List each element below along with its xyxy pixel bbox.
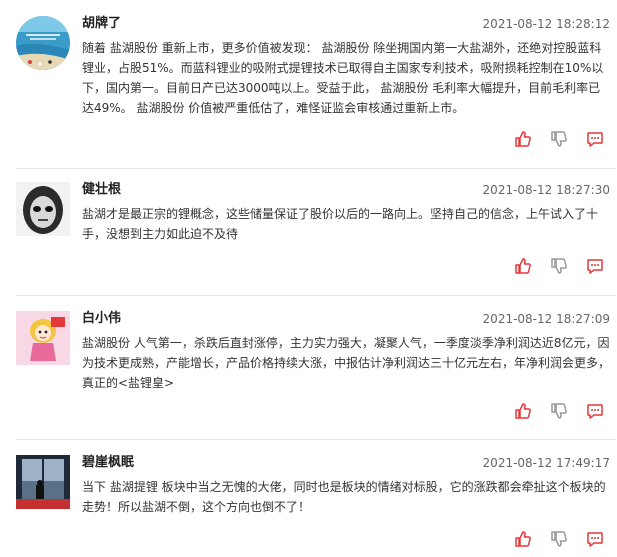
thumbs-down-icon[interactable]: [549, 256, 569, 276]
comment-icon[interactable]: [585, 256, 605, 276]
username[interactable]: 胡牌了: [82, 16, 121, 32]
comment-post: 碧崖枫眠 2021-08-12 17:49:17 当下 盐湖提锂 板块中当之无愧…: [0, 455, 617, 557]
comment-icon[interactable]: [585, 401, 605, 421]
timestamp: 2021-08-12 17:49:17: [482, 456, 610, 470]
timestamp: 2021-08-12 18:27:09: [482, 312, 610, 326]
avatar[interactable]: [16, 182, 70, 236]
post-actions: [513, 529, 613, 549]
thumbs-down-icon[interactable]: [549, 401, 569, 421]
comment-icon[interactable]: [585, 529, 605, 549]
post-actions: [513, 401, 613, 421]
thumbs-down-icon[interactable]: [549, 529, 569, 549]
comment-text: 盐湖才是最正宗的锂概念，这些储量保证了股价以后的一路向上。坚持自己的信念，上午试…: [82, 207, 599, 241]
username[interactable]: 健壮根: [82, 182, 121, 198]
thumbs-down-icon[interactable]: [549, 129, 569, 149]
avatar[interactable]: [16, 455, 70, 509]
post-actions: [513, 129, 613, 149]
comment-text: 当下 盐湖提锂 板块中当之无愧的大佬，同时也是板块的情绪对标股，它的涨跌都会牵扯…: [82, 480, 606, 514]
divider: [16, 295, 616, 296]
timestamp: 2021-08-12 18:27:30: [482, 183, 610, 197]
thumbs-up-icon[interactable]: [513, 401, 533, 421]
thumbs-up-icon[interactable]: [513, 529, 533, 549]
post-actions: [513, 256, 613, 276]
comment-post: 胡牌了 2021-08-12 18:28:12 随着 盐湖股份 重新上市，更多价…: [0, 16, 617, 166]
comment-icon[interactable]: [585, 129, 605, 149]
thumbs-up-icon[interactable]: [513, 129, 533, 149]
username[interactable]: 白小伟: [82, 311, 121, 327]
comment-text: 盐湖股份 人气第一，杀跌后直封涨停，主力实力强大，凝聚人气，一季度淡季净利润达近…: [82, 336, 611, 390]
comment-post: 白小伟 2021-08-12 18:27:09 盐湖股份 人气第一，杀跌后直封涨…: [0, 311, 617, 431]
comment-text: 随着 盐湖股份 重新上市，更多价值被发现： 盐湖股份 除坐拥国内第一大盐湖外，还…: [82, 41, 604, 115]
divider: [16, 439, 616, 440]
username[interactable]: 碧崖枫眠: [82, 455, 134, 471]
thumbs-up-icon[interactable]: [513, 256, 533, 276]
divider: [16, 168, 616, 169]
comment-post: 健壮根 2021-08-12 18:27:30 盐湖才是最正宗的锂概念，这些储量…: [0, 182, 617, 292]
avatar[interactable]: [16, 16, 70, 70]
avatar[interactable]: [16, 311, 70, 365]
timestamp: 2021-08-12 18:28:12: [482, 17, 610, 31]
